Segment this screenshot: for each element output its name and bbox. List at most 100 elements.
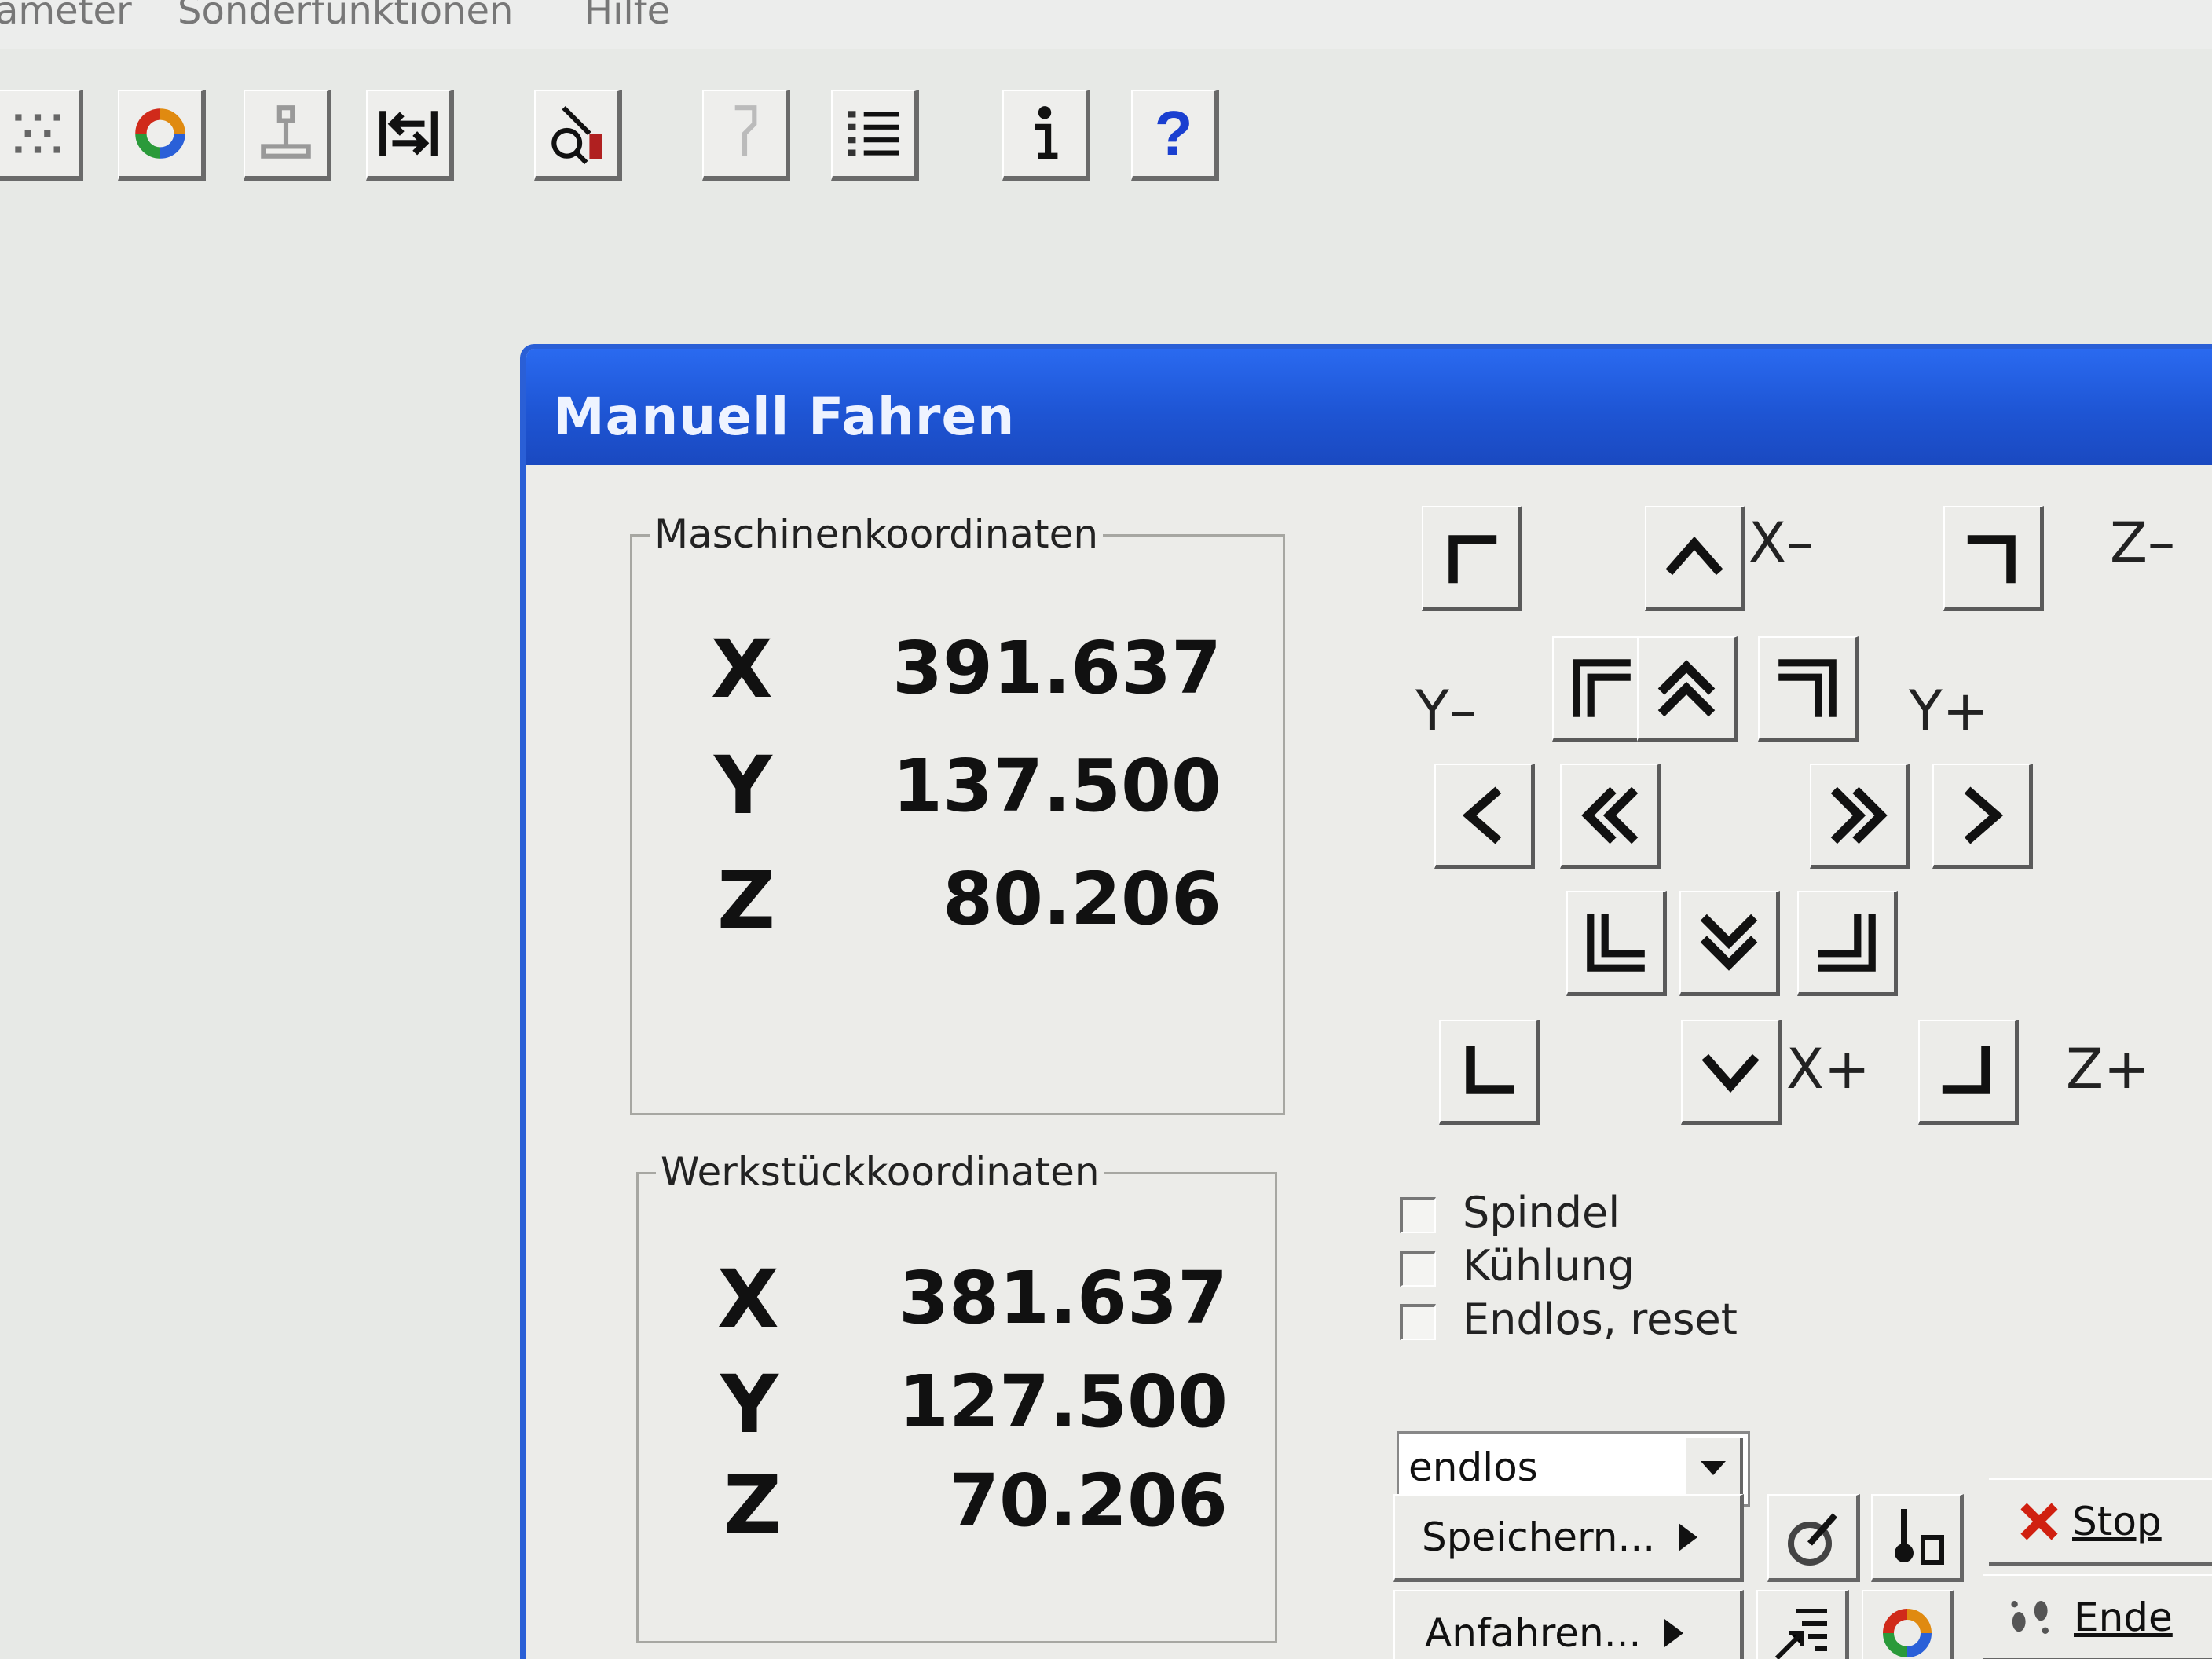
jog-corner-top-left-button[interactable] bbox=[1422, 506, 1522, 611]
tool-length-icon bbox=[1894, 1508, 1944, 1565]
joystick-button[interactable] bbox=[244, 90, 331, 181]
stop-button[interactable]: Stop bbox=[1989, 1478, 2212, 1566]
z-minus-label: Z– bbox=[2110, 511, 2175, 575]
double-chevron-right-icon bbox=[1830, 786, 1888, 844]
menu-parameter[interactable]: ameter bbox=[0, 0, 132, 33]
kuehlung-label: Kühlung bbox=[1463, 1241, 1635, 1291]
corner-top-left-icon bbox=[1448, 534, 1496, 583]
x-plus-label: X+ bbox=[1786, 1037, 1870, 1101]
spindel-option[interactable]: Spindel bbox=[1400, 1188, 1620, 1237]
refresh-small-button[interactable] bbox=[1862, 1590, 1954, 1659]
speichern-button[interactable]: Speichern... bbox=[1393, 1494, 1744, 1582]
jog-corner-bottom-left-button[interactable] bbox=[1439, 1020, 1540, 1125]
jog-fast-down-button[interactable] bbox=[1679, 891, 1780, 996]
workpiece-x-label: X bbox=[717, 1253, 779, 1346]
search-tool-button[interactable] bbox=[534, 90, 622, 181]
goto-list-button[interactable] bbox=[1756, 1590, 1849, 1659]
jog-fast-left-button[interactable] bbox=[1560, 764, 1661, 869]
grid-dots-button[interactable] bbox=[0, 90, 83, 181]
double-corner-top-left-icon bbox=[1572, 658, 1631, 717]
joystick-icon bbox=[261, 105, 311, 159]
search-tool-icon bbox=[551, 106, 602, 165]
workpiece-z-label: Z bbox=[723, 1459, 782, 1552]
help-button[interactable]: ? bbox=[1131, 90, 1219, 181]
machine-y-value: 137.500 bbox=[892, 744, 1221, 828]
manuell-fahren-dialog: Manuell Fahren Maschinenkoordinaten X 39… bbox=[520, 344, 2212, 1659]
probe-circle-icon bbox=[1787, 1512, 1837, 1566]
tool-length-button[interactable] bbox=[1871, 1494, 1964, 1582]
mode-select-value: endlos bbox=[1408, 1445, 1538, 1490]
speichern-label: Speichern... bbox=[1422, 1514, 1656, 1560]
double-corner-bottom-left-icon bbox=[1586, 913, 1645, 972]
workpiece-coordinates-group: Werkstückkoordinaten X 381.637 Y 127.500… bbox=[636, 1149, 1277, 1643]
jog-right-button[interactable] bbox=[1932, 764, 2033, 869]
help-icon: ? bbox=[1154, 98, 1193, 168]
info-button[interactable] bbox=[1002, 90, 1090, 181]
stop-label: Stop bbox=[2072, 1498, 2162, 1544]
chevron-right-icon bbox=[1964, 786, 2003, 844]
double-corner-top-right-icon bbox=[1778, 658, 1837, 717]
footsteps-icon bbox=[2011, 1600, 2049, 1634]
chevron-down-icon bbox=[1701, 1461, 1726, 1475]
corner-bottom-left-icon bbox=[1465, 1046, 1514, 1094]
machine-x-label: X bbox=[711, 623, 773, 716]
jog-up-button[interactable] bbox=[1645, 506, 1745, 611]
jog-fast-right-button[interactable] bbox=[1810, 764, 1910, 869]
anfahren-label: Anfahren... bbox=[1425, 1610, 1642, 1656]
chevron-left-icon bbox=[1462, 786, 1501, 844]
jog-corner-bottom-right-button[interactable] bbox=[1918, 1020, 2019, 1125]
workpiece-x-value: 381.637 bbox=[898, 1256, 1228, 1340]
numbered-list-icon bbox=[848, 111, 899, 156]
spindel-checkbox[interactable] bbox=[1400, 1197, 1436, 1234]
chevron-up-icon bbox=[1664, 536, 1723, 575]
kuehlung-checkbox[interactable] bbox=[1400, 1251, 1436, 1287]
jump-to-line-icon bbox=[379, 111, 438, 156]
jump-to-line-button[interactable] bbox=[366, 90, 454, 181]
menu-bar: ameter Sonderfunktionen Hilfe bbox=[0, 0, 2212, 49]
workpiece-coordinates-label: Werkstückkoordinaten bbox=[656, 1149, 1104, 1195]
machine-coordinates-label: Maschinenkoordinaten bbox=[650, 511, 1104, 557]
jog-left-button[interactable] bbox=[1434, 764, 1535, 869]
workpiece-z-value: 70.206 bbox=[948, 1459, 1228, 1543]
triangle-right-icon bbox=[1679, 1522, 1698, 1551]
jog-fast-corner-bottom-left-button[interactable] bbox=[1566, 891, 1667, 996]
refresh-cycle-icon bbox=[1882, 1608, 1932, 1657]
list-button[interactable] bbox=[831, 90, 919, 181]
machine-y-label: Y bbox=[714, 739, 772, 833]
endlos-reset-option[interactable]: Endlos, reset bbox=[1400, 1295, 1738, 1344]
jog-corner-top-right-button[interactable] bbox=[1943, 506, 2044, 611]
jog-fast-corner-top-right-button[interactable] bbox=[1758, 636, 1859, 742]
machine-coordinates-group: Maschinenkoordinaten X 391.637 Y 137.500… bbox=[630, 511, 1285, 1115]
disabled-tool-button[interactable] bbox=[702, 90, 790, 181]
refresh-cycle-icon bbox=[135, 108, 185, 159]
y-plus-label: Y+ bbox=[1909, 679, 1989, 743]
machine-z-label: Z bbox=[717, 854, 775, 947]
refresh-button[interactable] bbox=[118, 90, 206, 181]
machine-z-value: 80.206 bbox=[942, 857, 1221, 941]
jog-fast-corner-bottom-right-button[interactable] bbox=[1797, 891, 1898, 996]
goto-list-icon bbox=[1774, 1608, 1827, 1659]
dialog-title: Manuell Fahren bbox=[553, 386, 1016, 447]
spindel-label: Spindel bbox=[1463, 1188, 1621, 1237]
workpiece-y-value: 127.500 bbox=[898, 1360, 1228, 1444]
menu-sonderfunktionen[interactable]: Sonderfunktionen bbox=[178, 0, 513, 33]
corner-top-right-icon bbox=[1967, 534, 2016, 583]
y-minus-label: Y– bbox=[1415, 679, 1477, 743]
disabled-tool-icon bbox=[734, 105, 757, 156]
measure-button[interactable] bbox=[1767, 1494, 1860, 1582]
jog-fast-up-button[interactable] bbox=[1637, 636, 1738, 742]
menu-hilfe[interactable]: Hilfe bbox=[584, 0, 670, 33]
endlos-reset-checkbox[interactable] bbox=[1400, 1304, 1436, 1341]
ende-button[interactable]: Ende bbox=[1983, 1574, 2212, 1659]
dialog-titlebar[interactable]: Manuell Fahren bbox=[526, 349, 2212, 465]
z-plus-label: Z+ bbox=[2066, 1037, 2150, 1101]
toolbar: ? bbox=[0, 69, 2212, 203]
anfahren-button[interactable]: Anfahren... bbox=[1393, 1590, 1744, 1659]
double-chevron-up-icon bbox=[1657, 659, 1715, 716]
kuehlung-option[interactable]: Kühlung bbox=[1400, 1241, 1635, 1291]
mode-select-arrow[interactable] bbox=[1686, 1438, 1743, 1501]
corner-bottom-right-icon bbox=[1942, 1046, 1990, 1094]
jog-down-button[interactable] bbox=[1681, 1020, 1782, 1125]
x-minus-label: X– bbox=[1749, 511, 1814, 575]
workpiece-y-label: Y bbox=[720, 1358, 778, 1452]
